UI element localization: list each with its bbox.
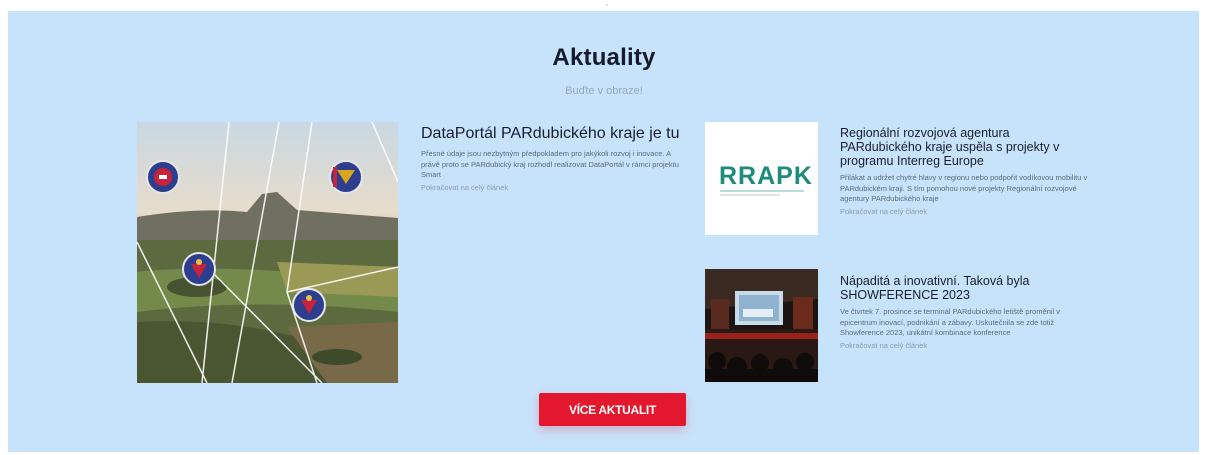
side-article-1-excerpt: Přilákat a udržet chytré hlavy v regionu… xyxy=(840,173,1088,203)
main-article-title[interactable]: DataPortál PARdubického kraje je tu xyxy=(421,124,683,143)
side-article-2-more-link[interactable]: Pokračovat na celý článek xyxy=(840,341,1090,351)
main-article: DataPortál PARdubického kraje je tu Přes… xyxy=(421,124,683,193)
side-article-1-title[interactable]: Regionální rozvojová agentura PARdubické… xyxy=(840,126,1090,168)
main-article-image[interactable] xyxy=(137,122,398,383)
section-subtitle: Buďte v obraze! xyxy=(565,85,643,97)
rrapk-logo-image[interactable]: RRAPK xyxy=(705,122,818,235)
logo-divider xyxy=(720,190,804,192)
side-article-1-more-link[interactable]: Pokračovat na celý článek xyxy=(840,207,1090,217)
main-article-more-link[interactable]: Pokračovat na celý článek xyxy=(421,183,683,193)
showference-image[interactable] xyxy=(705,269,818,382)
rrapk-logo: RRAPK xyxy=(719,162,813,190)
side-article-1: Regionální rozvojová agentura PARdubické… xyxy=(840,126,1090,217)
side-article-2-excerpt: Ve čtvrtek 7. prosince se terminál PARdu… xyxy=(840,307,1060,337)
logo-divider xyxy=(720,194,780,196)
main-article-excerpt: Přesné údaje jsou nezbytným předpokladem… xyxy=(421,149,679,179)
more-news-button[interactable]: VÍCE AKTUALIT xyxy=(539,393,686,426)
side-article-2-title[interactable]: Nápaditá a inovativní. Taková byla SHOWF… xyxy=(840,274,1090,302)
side-article-2: Nápaditá a inovativní. Taková byla SHOWF… xyxy=(840,274,1090,351)
top-dot xyxy=(606,4,608,6)
section-title: Aktuality xyxy=(552,44,656,71)
